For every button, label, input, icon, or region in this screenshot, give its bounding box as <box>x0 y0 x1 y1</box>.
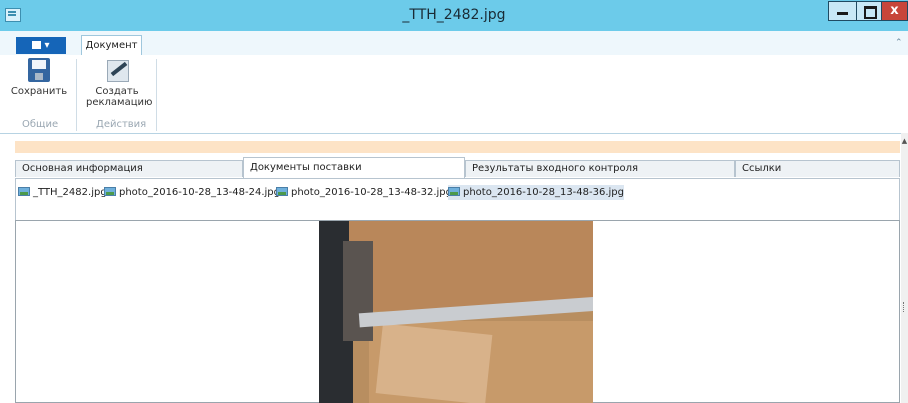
file-item[interactable]: photo_2016-10-28_13-48-24.jpg <box>104 185 280 200</box>
content-tab-strip: Основная информация Документы поставки Р… <box>15 157 900 180</box>
tab-main-info[interactable]: Основная информация <box>15 160 243 177</box>
file-name: _TTH_2482.jpg <box>33 187 107 198</box>
image-file-icon <box>18 187 30 196</box>
file-item-selected[interactable]: photo_2016-10-28_13-48-36.jpg <box>448 185 625 200</box>
create-claim-label-line2: рекламацию <box>86 97 153 108</box>
floppy-disk-icon <box>28 58 50 82</box>
group-label-actions: Действия <box>96 119 147 130</box>
group-divider <box>76 59 77 131</box>
maximize-button[interactable] <box>856 1 882 21</box>
tab-inspection-results[interactable]: Результаты входного контроля <box>465 160 735 177</box>
photo-preview <box>319 221 593 403</box>
image-file-icon <box>276 187 288 196</box>
file-item[interactable]: photo_2016-10-28_13-48-32.jpg <box>276 185 452 200</box>
minimize-button[interactable] <box>828 1 857 21</box>
save-button-label: Сохранить <box>10 86 68 97</box>
file-menu-icon <box>32 41 42 49</box>
file-name: photo_2016-10-28_13-48-24.jpg <box>119 187 281 198</box>
chevron-up-icon[interactable]: ⌃ <box>895 39 904 48</box>
save-button[interactable]: Сохранить <box>10 58 68 108</box>
create-claim-label-line1: Создать <box>95 86 139 97</box>
notification-bar <box>15 141 900 153</box>
image-file-icon <box>448 187 460 196</box>
image-file-icon <box>104 187 116 196</box>
ribbon-tab-document[interactable]: Документ <box>81 35 142 56</box>
tab-links[interactable]: Ссылки <box>735 160 900 177</box>
file-name: photo_2016-10-28_13-48-32.jpg <box>291 187 453 198</box>
scrollbar-grip[interactable] <box>903 302 907 312</box>
tab-delivery-documents[interactable]: Документы поставки <box>243 157 465 178</box>
group-label-general: Общие <box>22 119 59 130</box>
group-divider <box>156 59 157 131</box>
vertical-scrollbar[interactable] <box>901 133 908 403</box>
close-button[interactable]: x <box>881 1 908 21</box>
file-name: photo_2016-10-28_13-48-36.jpg <box>463 187 625 198</box>
window-title: _TTH_2482.jpg <box>402 7 506 23</box>
create-claim-button[interactable]: Создать рекламацию <box>86 58 153 116</box>
pencil-document-icon <box>104 58 130 82</box>
scroll-up-arrow-icon[interactable]: ▲ <box>901 137 908 145</box>
application-window: _TTH_2482.jpg x ▾ Документ ⌃ Сохранить О… <box>0 0 908 403</box>
file-item[interactable]: _TTH_2482.jpg <box>18 185 107 200</box>
file-menu-button[interactable]: ▾ <box>16 37 66 54</box>
